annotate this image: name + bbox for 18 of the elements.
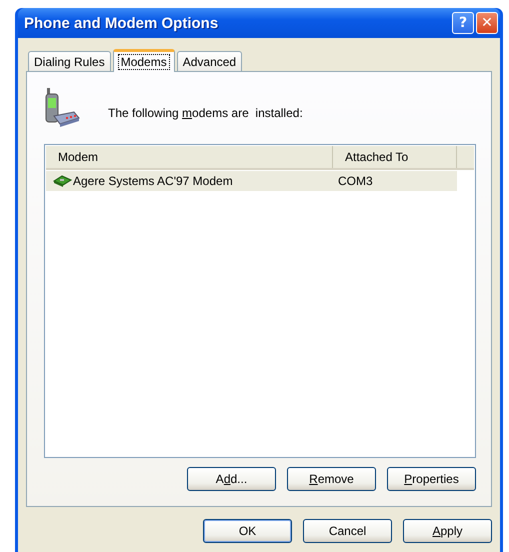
table-cell: Agere Systems AC'97 Modem (73, 174, 233, 188)
column-header[interactable]: Modem (46, 146, 333, 168)
list-row[interactable]: Agere Systems AC'97 Modem COM3 (46, 171, 457, 191)
dialog-button[interactable]: Cancel (303, 519, 392, 543)
intro-text: The following modems are installed: (108, 106, 303, 120)
table-cell: COM3 (338, 174, 373, 188)
list-button[interactable]: Remove (287, 467, 376, 491)
tab[interactable]: Advanced (176, 51, 242, 71)
dialog-button[interactable]: OK (203, 519, 292, 543)
list-button[interactable]: Add... (187, 467, 276, 491)
list-button[interactable]: Properties (387, 467, 476, 491)
phone-modem-icon (44, 88, 80, 128)
modem-card-icon (52, 175, 72, 187)
dialog-button[interactable]: Apply (403, 519, 492, 543)
column-header[interactable]: Attached To (333, 146, 457, 168)
tab[interactable]: Modems (112, 49, 175, 72)
window-title: Phone and Modem Options (24, 14, 218, 32)
tab[interactable]: Dialing Rules (28, 51, 111, 71)
